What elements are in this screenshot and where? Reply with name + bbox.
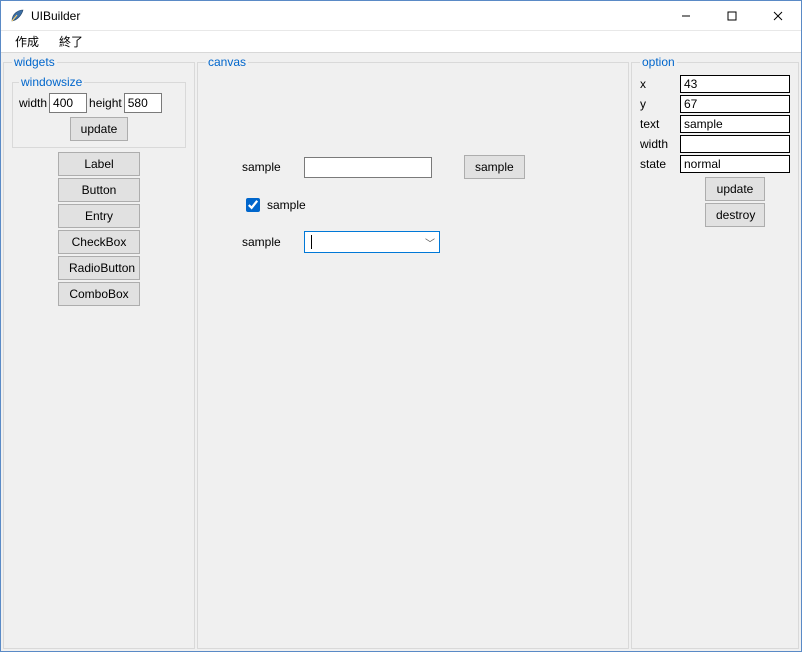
option-destroy-button[interactable]: destroy xyxy=(705,203,765,227)
canvas-sample-checkbox-label: sample xyxy=(267,198,306,212)
add-button-button[interactable]: Button xyxy=(58,178,140,202)
option-x-input[interactable] xyxy=(680,75,790,93)
maximize-button[interactable] xyxy=(709,1,755,31)
add-checkbox-button[interactable]: CheckBox xyxy=(58,230,140,254)
option-text-input[interactable] xyxy=(680,115,790,133)
width-input[interactable] xyxy=(49,93,87,113)
option-legend: option xyxy=(640,55,677,69)
windowsize-legend: windowsize xyxy=(19,75,84,89)
chevron-down-icon: ﹀ xyxy=(425,235,435,250)
widgets-legend: widgets xyxy=(12,55,57,69)
widgets-panel: widgets windowsize width height update L… xyxy=(3,55,195,649)
option-y-input[interactable] xyxy=(680,95,790,113)
minimize-button[interactable] xyxy=(663,1,709,31)
menubar: 作成 終了 xyxy=(1,31,801,53)
add-label-button[interactable]: Label xyxy=(58,152,140,176)
height-label: height xyxy=(89,96,122,110)
canvas-sample-button[interactable]: sample xyxy=(464,155,525,179)
canvas-area[interactable]: sample sample sample sample ﹀ xyxy=(206,83,620,640)
application-window: UIBuilder 作成 終了 widgets windowsize width… xyxy=(0,0,802,652)
maximize-icon xyxy=(727,11,737,21)
add-radiobutton-button[interactable]: RadioButton xyxy=(58,256,140,280)
add-entry-button[interactable]: Entry xyxy=(58,204,140,228)
canvas-sample-checkbox[interactable]: sample xyxy=(242,195,306,215)
menu-quit[interactable]: 終了 xyxy=(49,31,93,52)
option-width-label: width xyxy=(640,137,676,151)
window-title: UIBuilder xyxy=(31,9,663,23)
option-panel: option x y text width state update destr… xyxy=(631,55,799,649)
option-state-label: state xyxy=(640,157,676,171)
content-area: widgets windowsize width height update L… xyxy=(1,53,801,651)
add-combobox-button[interactable]: ComboBox xyxy=(58,282,140,306)
canvas-panel: canvas sample sample sample sample xyxy=(197,55,629,649)
canvas-sample-label-1[interactable]: sample xyxy=(242,160,292,174)
windowsize-update-button[interactable]: update xyxy=(70,117,129,141)
minimize-icon xyxy=(681,11,691,21)
option-width-input[interactable] xyxy=(680,135,790,153)
canvas-sample-checkbox-input[interactable] xyxy=(246,198,260,212)
canvas-sample-label-2[interactable]: sample xyxy=(242,235,292,249)
close-button[interactable] xyxy=(755,1,801,31)
canvas-sample-entry[interactable] xyxy=(304,157,432,178)
windowsize-group: windowsize width height update xyxy=(12,75,186,148)
option-state-input[interactable] xyxy=(680,155,790,173)
text-cursor xyxy=(311,235,312,249)
app-icon xyxy=(9,8,25,24)
height-input[interactable] xyxy=(124,93,162,113)
close-icon xyxy=(773,11,783,21)
titlebar: UIBuilder xyxy=(1,1,801,31)
widget-list: Label Button Entry CheckBox RadioButton … xyxy=(12,152,186,306)
option-x-label: x xyxy=(640,77,676,91)
canvas-legend: canvas xyxy=(206,55,248,69)
option-text-label: text xyxy=(640,117,676,131)
width-label: width xyxy=(19,96,47,110)
canvas-sample-combobox[interactable]: ﹀ xyxy=(304,231,440,253)
option-update-button[interactable]: update xyxy=(705,177,765,201)
option-y-label: y xyxy=(640,97,676,111)
menu-create[interactable]: 作成 xyxy=(5,31,49,52)
